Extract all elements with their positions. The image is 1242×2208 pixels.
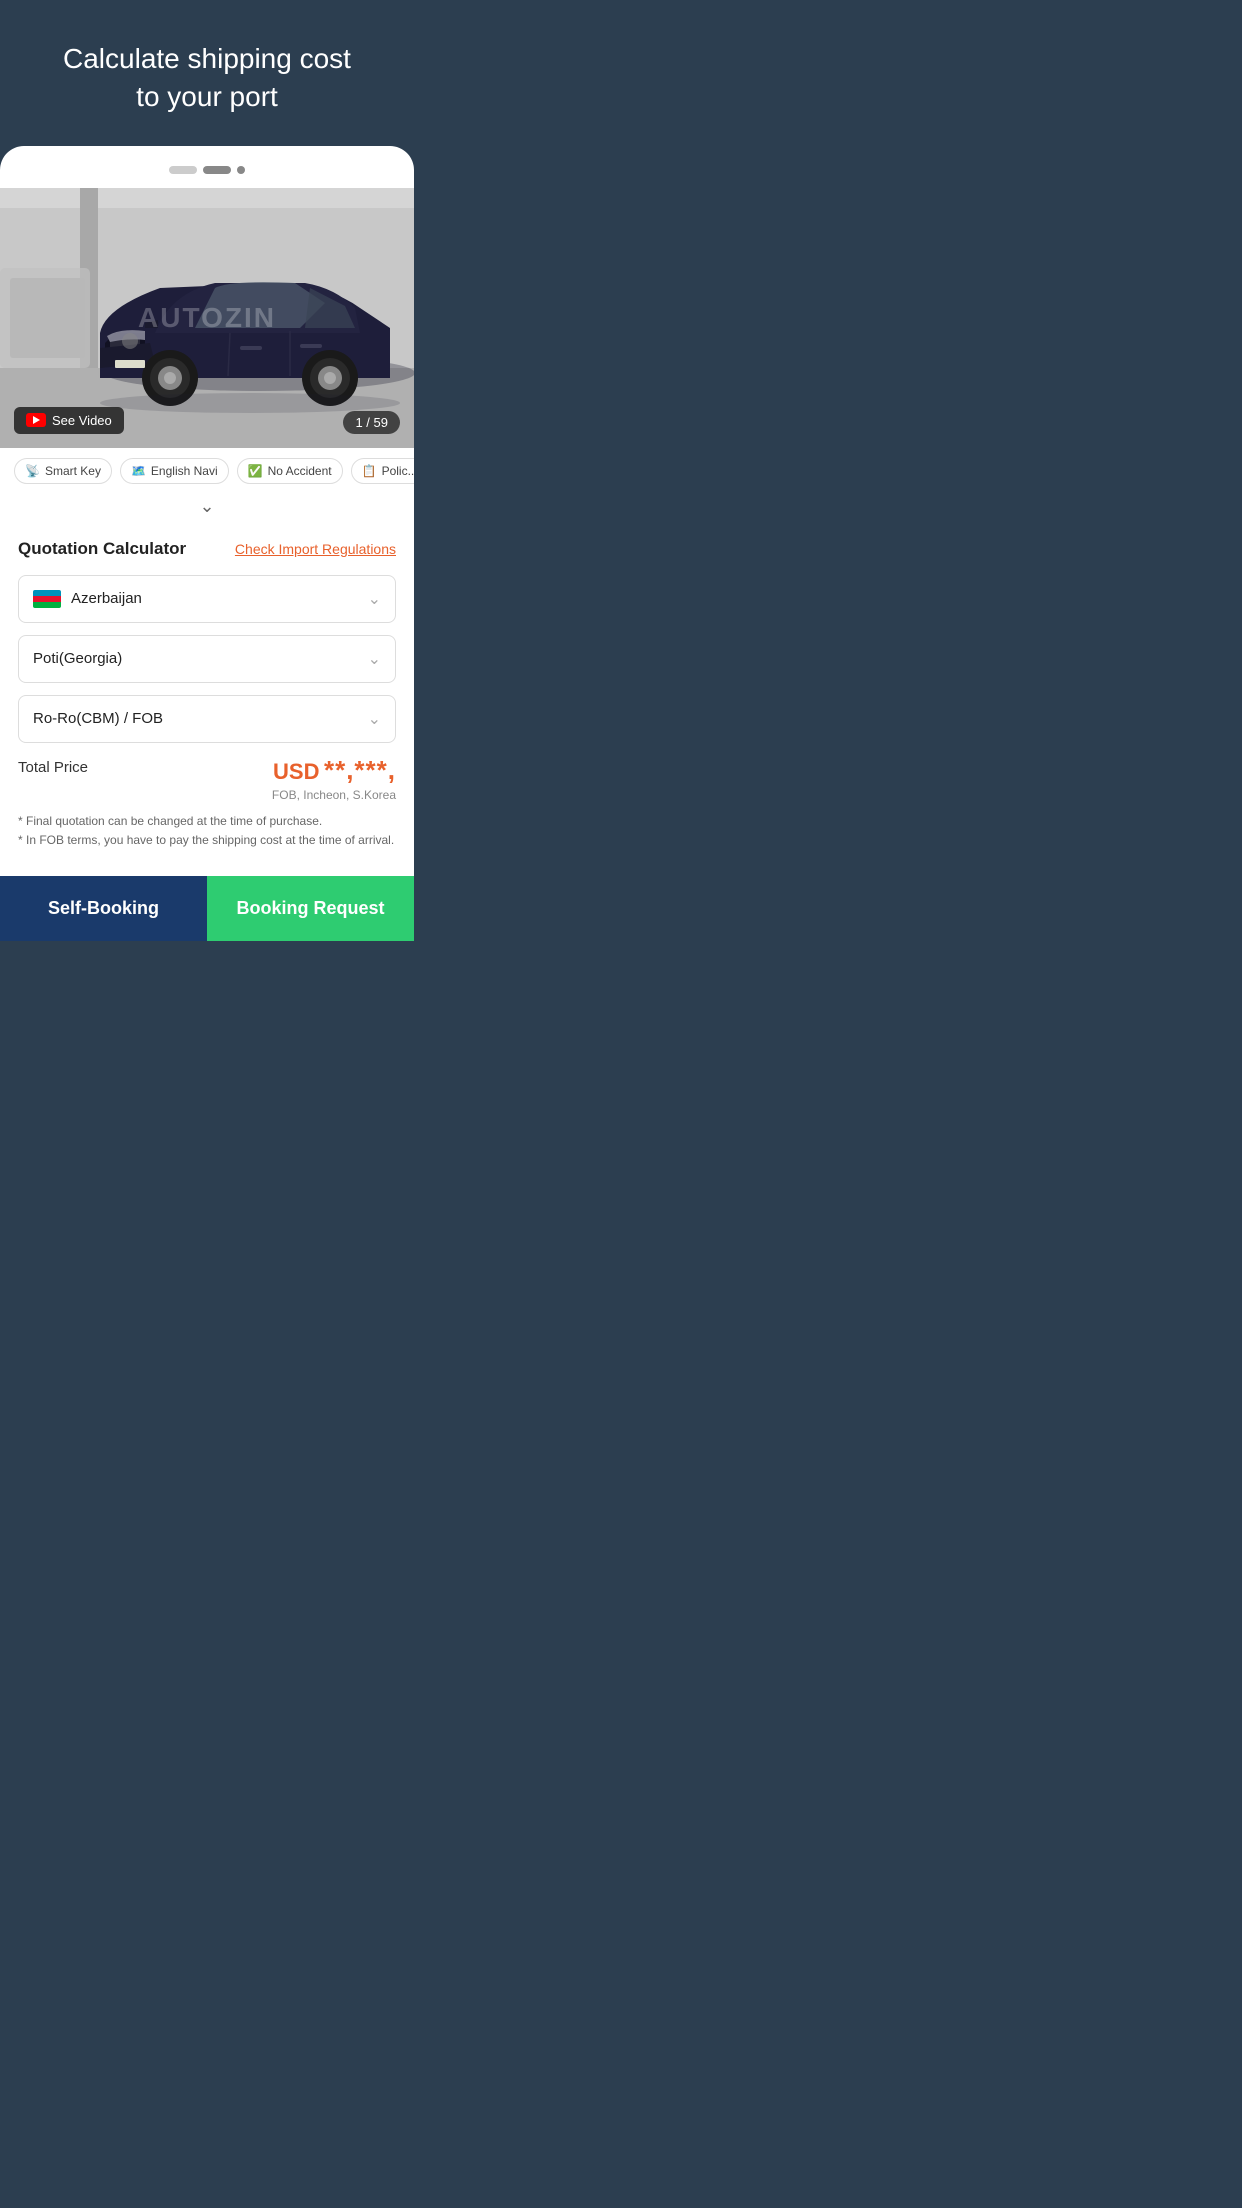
- azerbaijan-flag: [33, 590, 61, 608]
- feature-chip-smartkey: 📡 Smart Key: [14, 458, 112, 484]
- pagination-dots: [0, 166, 414, 174]
- check-import-link[interactable]: Check Import Regulations: [235, 541, 396, 557]
- shipping-method-dropdown[interactable]: Ro-Ro(CBM) / FOB ⌄: [18, 695, 396, 743]
- port-dropdown[interactable]: Poti(Georgia) ⌄: [18, 635, 396, 683]
- features-row: 📡 Smart Key 🗺️ English Navi ✅ No Acciden…: [0, 448, 414, 494]
- polic-icon: 📋: [362, 464, 377, 478]
- quotation-section: Quotation Calculator Check Import Regula…: [0, 525, 414, 876]
- price-currency: USD: [273, 759, 319, 784]
- car-image-container: AUTOZIN See Video 1 / 59: [0, 188, 414, 448]
- see-video-label: See Video: [52, 413, 112, 428]
- quotation-header: Quotation Calculator Check Import Regula…: [18, 539, 396, 559]
- youtube-icon: [26, 413, 46, 427]
- shipping-method-dropdown-chevron: ⌄: [368, 709, 381, 729]
- port-value: Poti(Georgia): [33, 650, 122, 667]
- footnotes: * Final quotation can be changed at the …: [18, 812, 396, 850]
- feature-chip-polic: 📋 Polic...: [351, 458, 414, 484]
- smartkey-icon: 📡: [25, 464, 40, 478]
- country-value: Azerbaijan: [71, 590, 142, 607]
- navi-label: English Navi: [151, 464, 218, 478]
- feature-chip-navi: 🗺️ English Navi: [120, 458, 229, 484]
- chevron-down-row: ⌄: [0, 494, 414, 525]
- dot-3: [237, 166, 245, 174]
- feature-chip-noaccident: ✅ No Accident: [237, 458, 343, 484]
- shipping-method-value: Ro-Ro(CBM) / FOB: [33, 710, 163, 727]
- dot-1: [169, 166, 197, 174]
- price-stars: **,***,: [324, 755, 396, 785]
- shipping-method-dropdown-left: Ro-Ro(CBM) / FOB: [33, 710, 163, 727]
- main-card: AUTOZIN See Video 1 / 59 📡 Smart Key 🗺️ …: [0, 146, 414, 941]
- price-sub: FOB, Incheon, S.Korea: [272, 788, 396, 802]
- quotation-title: Quotation Calculator: [18, 539, 186, 559]
- country-dropdown-left: Azerbaijan: [33, 590, 142, 608]
- country-dropdown[interactable]: Azerbaijan ⌄: [18, 575, 396, 623]
- hero-title: Calculate shipping cost to your port: [43, 40, 371, 116]
- port-dropdown-left: Poti(Georgia): [33, 650, 122, 667]
- chevron-down-icon: ⌄: [199, 496, 214, 517]
- polic-label: Polic...: [382, 464, 414, 478]
- footnote-2: * In FOB terms, you have to pay the ship…: [18, 831, 396, 850]
- country-dropdown-chevron: ⌄: [368, 589, 381, 609]
- total-price-label: Total Price: [18, 755, 88, 776]
- footnote-1: * Final quotation can be changed at the …: [18, 812, 396, 831]
- port-dropdown-chevron: ⌄: [368, 649, 381, 669]
- see-video-button[interactable]: See Video: [14, 407, 124, 434]
- noaccident-label: No Accident: [268, 464, 332, 478]
- image-counter: 1 / 59: [343, 411, 400, 434]
- noaccident-icon: ✅: [248, 464, 263, 478]
- total-price-value-block: USD **,***, FOB, Incheon, S.Korea: [272, 755, 396, 802]
- navi-icon: 🗺️: [131, 464, 146, 478]
- self-booking-button[interactable]: Self-Booking: [0, 876, 207, 941]
- smartkey-label: Smart Key: [45, 464, 101, 478]
- bottom-buttons: Self-Booking Booking Request: [0, 876, 414, 941]
- total-price-row: Total Price USD **,***, FOB, Incheon, S.…: [18, 755, 396, 802]
- price-amount: USD **,***,: [272, 755, 396, 786]
- dot-2: [203, 166, 231, 174]
- booking-request-button[interactable]: Booking Request: [207, 876, 414, 941]
